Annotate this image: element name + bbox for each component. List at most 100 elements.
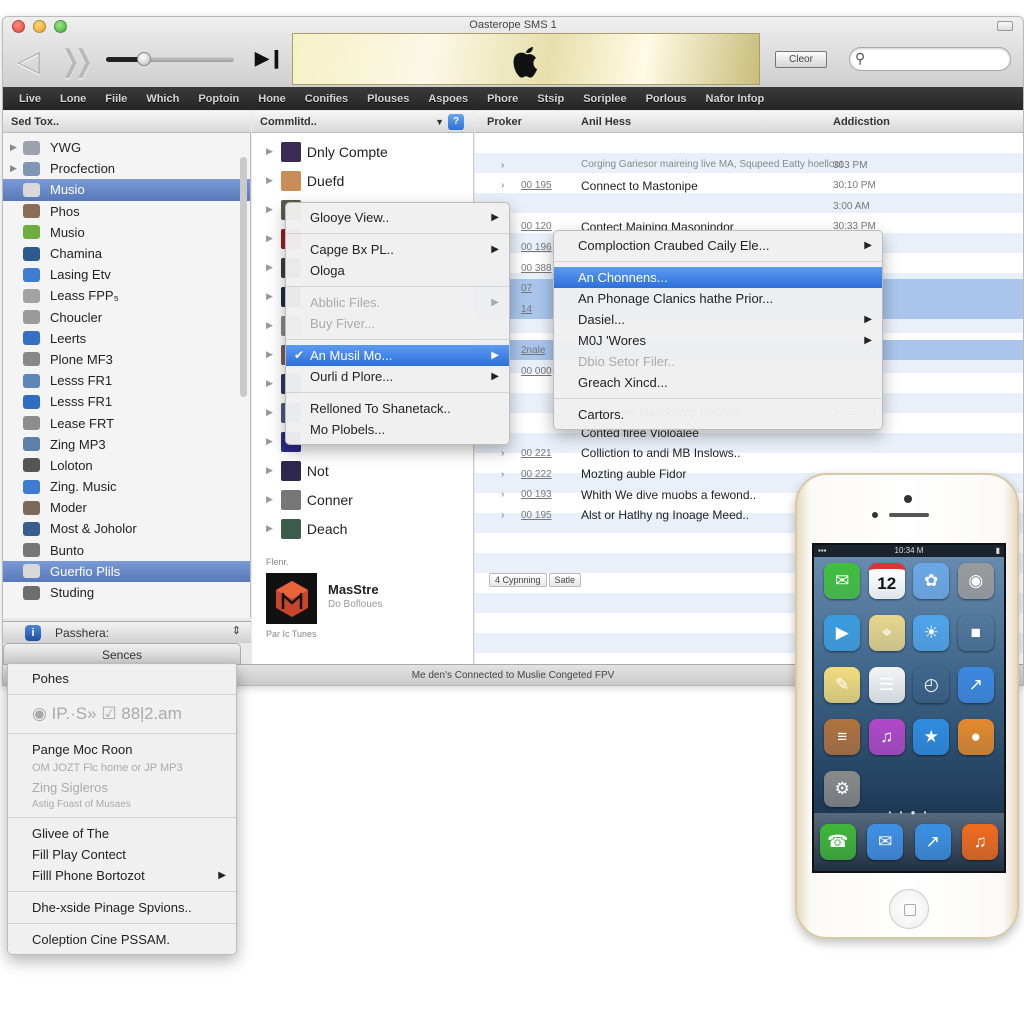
sidebar-item[interactable]: Zing. Music: [3, 476, 250, 497]
disclosure-triangle-icon[interactable]: ▶: [266, 262, 273, 273]
photos-app-icon[interactable]: ✿: [913, 563, 950, 599]
camera-app-icon[interactable]: ◉: [957, 563, 994, 599]
track-number[interactable]: 00 221: [521, 448, 552, 459]
sidebar-item[interactable]: ▶ YWG: [3, 137, 250, 158]
mail-app-icon[interactable]: ✉: [867, 824, 904, 860]
sidebar-scrollbar[interactable]: [240, 157, 247, 397]
menu-nafor-infop[interactable]: Nafor Infop: [706, 93, 765, 105]
sidebar-item[interactable]: Musio: [3, 222, 250, 243]
reminders-app-icon[interactable]: ☰: [868, 667, 905, 703]
album-item[interactable]: ▶ Dnly Compte: [252, 137, 473, 166]
menu-hone[interactable]: Hone: [258, 93, 286, 105]
expand-chevron-icon[interactable]: ›: [501, 489, 504, 500]
menu-lone[interactable]: Lone: [60, 93, 86, 105]
track-number[interactable]: 00 193: [521, 489, 552, 500]
maps-app-icon[interactable]: ⌖: [868, 615, 905, 651]
menu-item[interactable]: An Chonnens...: [554, 267, 882, 288]
newsstand-app-icon[interactable]: ≡: [824, 719, 861, 755]
previous-track-icon[interactable]: ◁: [17, 44, 40, 79]
column-header-1[interactable]: Proker: [487, 111, 522, 133]
sidebar-item[interactable]: Zing MP3: [3, 434, 250, 455]
menu-item[interactable]: Dhe-xside Pinage Spvions..: [8, 897, 236, 918]
track-number[interactable]: 14: [521, 304, 532, 315]
expand-chevron-icon[interactable]: ›: [501, 510, 504, 521]
disclosure-triangle-icon[interactable]: ▶: [10, 163, 17, 174]
album-item[interactable]: ▶ Conner: [252, 485, 473, 514]
table-row[interactable]: › 00 221 Colliction to andi MB Inslows..: [475, 443, 1023, 463]
menu-item[interactable]: Dasiel... ▶: [554, 309, 882, 330]
album-item[interactable]: ▶ Not: [252, 456, 473, 485]
menu-soriplee[interactable]: Soriplee: [583, 93, 626, 105]
menu-item[interactable]: Glooye View.. ▶: [286, 207, 509, 228]
volume-slider[interactable]: [106, 52, 234, 66]
column-header-2[interactable]: Anil Hess: [581, 111, 631, 133]
search-input[interactable]: [874, 51, 1004, 67]
sidebar-header[interactable]: Sed Tox..: [3, 111, 251, 133]
album-item[interactable]: ▶ Deach: [252, 514, 473, 543]
fullscreen-button[interactable]: [997, 21, 1013, 31]
sidebar-item[interactable]: Moder: [3, 497, 250, 518]
sidebar-item[interactable]: Guerfio Plils: [3, 560, 250, 582]
filter-dropdown[interactable]: 4 Cypnning: [489, 573, 547, 587]
disclosure-triangle-icon[interactable]: ▶: [266, 291, 273, 302]
menu-item[interactable]: Greach Xincd...: [554, 372, 882, 393]
menu-item[interactable]: An Phonage Clanics hathe Prior...: [554, 288, 882, 309]
menu-fiile[interactable]: Fiile: [105, 93, 127, 105]
expand-chevron-icon[interactable]: ›: [501, 160, 504, 171]
menu-which[interactable]: Which: [146, 93, 179, 105]
menu-item[interactable]: Ourli d Plore... ▶: [286, 366, 509, 387]
menu-item[interactable]: Glivee of The: [8, 823, 236, 844]
disclosure-triangle-icon[interactable]: ▶: [10, 142, 17, 153]
disclosure-triangle-icon[interactable]: ▶: [266, 349, 273, 360]
disclosure-triangle-icon[interactable]: ▶: [266, 465, 273, 476]
disclosure-triangle-icon[interactable]: ▶: [266, 407, 273, 418]
sidebar-item[interactable]: Plone MF3: [3, 349, 250, 370]
disclosure-triangle-icon[interactable]: ▶: [266, 378, 273, 389]
menu-phore[interactable]: Phore: [487, 93, 518, 105]
weather-app-icon[interactable]: ☀: [913, 615, 950, 651]
table-row[interactable]: ›3:00 AM: [475, 196, 1023, 216]
featured-album-art[interactable]: [266, 573, 317, 624]
expand-chevron-icon[interactable]: ›: [501, 448, 504, 459]
menu-item[interactable]: Cartors.: [554, 404, 882, 425]
clear-button[interactable]: Cleor: [775, 51, 827, 68]
next-track-icon[interactable]: ❭❭: [58, 44, 96, 79]
menu-stsip[interactable]: Stsip: [537, 93, 564, 105]
expand-chevron-icon[interactable]: ›: [501, 180, 504, 191]
sidebar-item[interactable]: Lasing Etv: [3, 264, 250, 285]
disclosure-triangle-icon[interactable]: ▶: [266, 204, 273, 215]
music-app-icon[interactable]: ♫: [962, 824, 999, 860]
videos-app-icon[interactable]: ▶: [824, 615, 861, 651]
sidebar-item[interactable]: Bunto: [3, 540, 250, 561]
disclosure-triangle-icon[interactable]: ▶: [266, 523, 273, 534]
app-store-app-icon[interactable]: ★: [913, 719, 950, 755]
expand-chevron-icon[interactable]: ›: [501, 469, 504, 480]
disclosure-triangle-icon[interactable]: ▶: [266, 436, 273, 447]
calendar-app-icon[interactable]: 12: [868, 563, 905, 599]
table-row[interactable]: › 00 195 Connect to Mastonipe 30:10 PM: [475, 176, 1023, 196]
column-header-3[interactable]: Addicstion: [833, 111, 890, 133]
sidebar-item[interactable]: Lease FRT: [3, 412, 250, 433]
disclosure-triangle-icon[interactable]: ▶: [266, 494, 273, 505]
track-number[interactable]: 00 000: [521, 366, 552, 377]
sidebar-item[interactable]: Most & Joholor: [3, 518, 250, 539]
track-number[interactable]: 00 195: [521, 180, 552, 191]
track-number[interactable]: 00 120: [521, 221, 552, 232]
disclosure-triangle-icon[interactable]: ▶: [266, 175, 273, 186]
sidebar-item[interactable]: Leass FPP₅: [3, 285, 250, 306]
menu-porlous[interactable]: Porlous: [646, 93, 687, 105]
track-number[interactable]: 07: [521, 283, 532, 294]
track-number[interactable]: 00 196: [521, 242, 552, 253]
menu-item[interactable]: ✔ An Musil Mo... ▶: [286, 345, 509, 366]
itunes-app-icon[interactable]: ♫: [868, 719, 905, 755]
info-badge-icon[interactable]: ?: [448, 114, 464, 130]
stocks-app-icon[interactable]: ↗: [957, 667, 994, 703]
game-center-app-icon[interactable]: ●: [957, 719, 994, 755]
menu-plouses[interactable]: Plouses: [367, 93, 409, 105]
sidebar-item[interactable]: ▶ Procfection: [3, 158, 250, 179]
album-column-header[interactable]: Commlitd.. ▼ ?: [252, 111, 474, 133]
menu-item[interactable]: Pohes: [8, 668, 236, 689]
sidebar-item[interactable]: Loloton: [3, 455, 250, 476]
track-number[interactable]: 00 388: [521, 263, 552, 274]
skip-forward-icon[interactable]: ▶❙: [255, 48, 284, 69]
